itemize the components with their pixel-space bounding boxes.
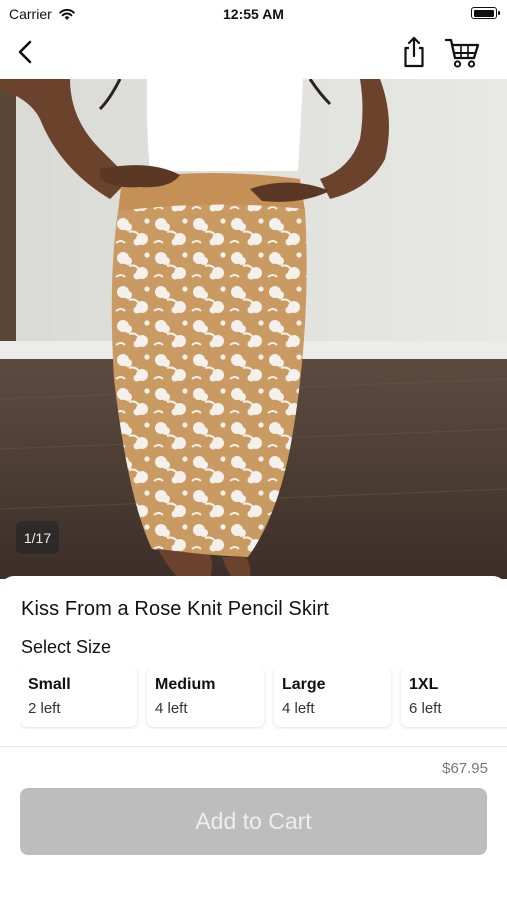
size-option-medium[interactable]: Medium 4 left xyxy=(147,667,264,727)
divider xyxy=(0,746,507,747)
product-photo[interactable] xyxy=(0,79,507,579)
battery-icon xyxy=(471,7,500,19)
share-icon[interactable] xyxy=(398,34,430,70)
size-stock: 4 left xyxy=(155,700,188,717)
product-photo-illustration xyxy=(0,79,507,579)
nav-bar xyxy=(0,28,507,78)
size-stock: 6 left xyxy=(409,700,442,717)
size-option-small[interactable]: Small 2 left xyxy=(20,667,137,727)
add-to-cart-button[interactable]: Add to Cart xyxy=(20,788,487,855)
size-stock: 4 left xyxy=(282,700,315,717)
size-name: Small xyxy=(28,676,71,693)
size-stock: 2 left xyxy=(28,700,61,717)
size-option-large[interactable]: Large 4 left xyxy=(274,667,391,727)
size-name: 1XL xyxy=(409,676,439,693)
size-option-1xl[interactable]: 1XL 6 left xyxy=(401,667,507,727)
status-time: 12:55 AM xyxy=(223,6,284,22)
product-info-sheet: Kiss From a Rose Knit Pencil Skirt Selec… xyxy=(0,576,507,746)
back-icon[interactable] xyxy=(12,36,40,68)
size-list: Small 2 left Medium 4 left Large 4 left … xyxy=(20,667,507,729)
product-title: Kiss From a Rose Knit Pencil Skirt xyxy=(21,598,329,620)
size-name: Large xyxy=(282,676,326,693)
status-bar: Carrier 12:55 AM xyxy=(0,0,507,28)
size-heading: Select Size xyxy=(21,637,112,657)
cart-icon[interactable] xyxy=(444,36,482,70)
size-name: Medium xyxy=(155,676,216,693)
price-label: $67.95 xyxy=(442,760,488,777)
image-counter: 1/17 xyxy=(16,521,59,554)
